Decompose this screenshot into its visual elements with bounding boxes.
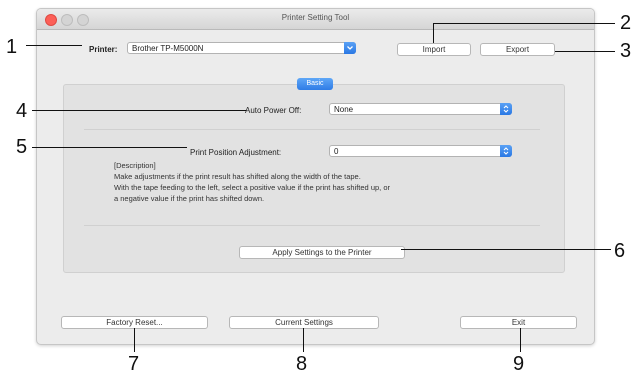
basic-settings-panel: Auto Power Off: None Print Position Adju… bbox=[63, 84, 565, 273]
callout-6: 6 bbox=[614, 240, 626, 262]
callout-5-leader bbox=[32, 147, 187, 148]
exit-button[interactable]: Exit bbox=[460, 316, 577, 329]
print-position-value: 0 bbox=[334, 147, 339, 156]
callout-1: 1 bbox=[6, 36, 18, 58]
callout-9: 9 bbox=[513, 353, 525, 375]
updown-chevron-icon bbox=[500, 145, 512, 157]
callout-4-leader bbox=[32, 110, 246, 111]
description-line-1: Make adjustments if the print result has… bbox=[114, 172, 361, 181]
description-line-3: a negative value if the print has shifte… bbox=[114, 194, 265, 203]
title-bar: Printer Setting Tool bbox=[37, 9, 594, 30]
callout-2-leader-v bbox=[433, 23, 434, 43]
callout-4: 4 bbox=[16, 100, 28, 122]
auto-power-off-select[interactable]: None bbox=[329, 103, 512, 115]
window-title: Printer Setting Tool bbox=[281, 13, 350, 22]
separator-line bbox=[84, 225, 540, 226]
print-position-select[interactable]: 0 bbox=[329, 145, 512, 157]
export-button[interactable]: Export bbox=[480, 43, 555, 56]
updown-chevron-icon bbox=[500, 103, 512, 115]
callout-9-leader bbox=[520, 328, 521, 352]
callout-2: 2 bbox=[620, 12, 632, 34]
callout-3-leader bbox=[555, 51, 615, 52]
import-button[interactable]: Import bbox=[397, 43, 471, 56]
auto-power-off-label: Auto Power Off: bbox=[245, 106, 302, 115]
callout-5: 5 bbox=[16, 136, 28, 158]
callout-8-leader bbox=[303, 328, 304, 352]
description-line-2: With the tape feeding to the left, selec… bbox=[114, 183, 390, 192]
callout-1-leader bbox=[26, 45, 82, 46]
auto-power-off-value: None bbox=[334, 105, 354, 114]
current-settings-button[interactable]: Current Settings bbox=[229, 316, 379, 329]
callout-6-leader bbox=[401, 249, 611, 250]
callout-7: 7 bbox=[128, 353, 140, 375]
printer-label: Printer: bbox=[89, 45, 118, 54]
separator-line bbox=[84, 129, 540, 130]
description-heading: [Description] bbox=[114, 161, 156, 170]
callout-8: 8 bbox=[296, 353, 308, 375]
print-position-label: Print Position Adjustment: bbox=[190, 148, 282, 157]
tab-basic[interactable]: Basic bbox=[297, 78, 333, 90]
printer-setting-window: Printer Setting Tool Printer: Brother TP… bbox=[36, 8, 595, 345]
callout-7-leader bbox=[134, 328, 135, 352]
printer-value: Brother TP-M5000N bbox=[132, 44, 204, 53]
callout-3: 3 bbox=[620, 40, 632, 62]
chevron-down-icon bbox=[344, 42, 356, 54]
printer-select[interactable]: Brother TP-M5000N bbox=[127, 42, 356, 54]
apply-settings-button[interactable]: Apply Settings to the Printer bbox=[239, 246, 405, 259]
callout-2-leader-h bbox=[433, 23, 615, 24]
